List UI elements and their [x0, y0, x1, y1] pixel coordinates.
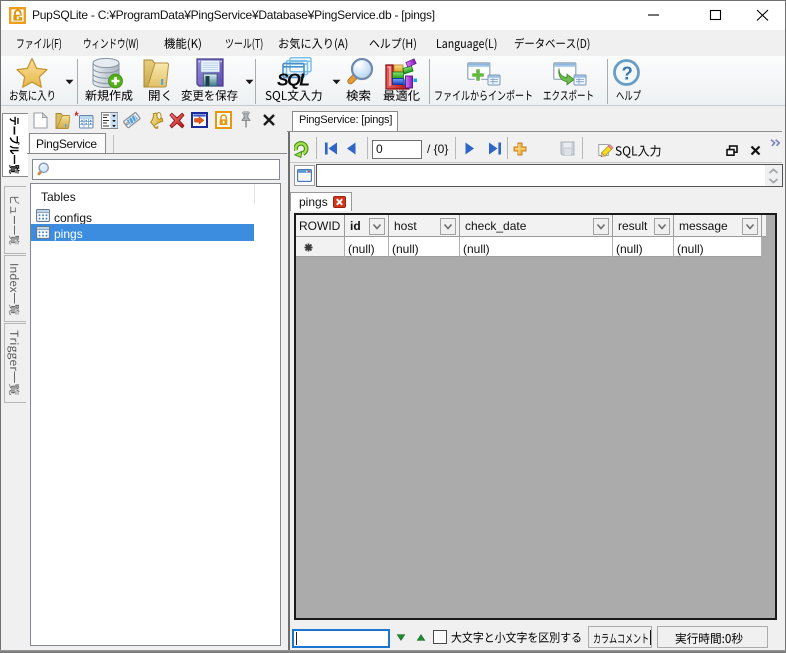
svg-text:?: ? [622, 63, 633, 84]
svg-text:*: * [75, 111, 79, 123]
svg-text:SQL: SQL [277, 70, 309, 90]
